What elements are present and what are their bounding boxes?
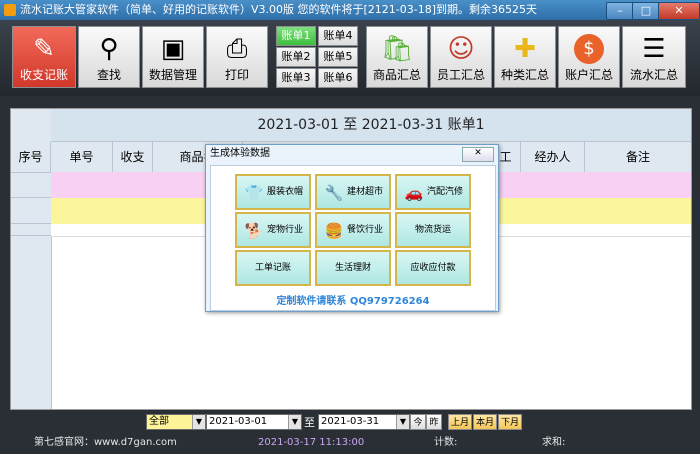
income-expense-button[interactable]: ✎ 收支记账 [12, 26, 76, 88]
status-datetime: 2021-03-17 11:13:00 [258, 437, 365, 448]
industry-clothing-button[interactable]: 👕 服装衣帽 [235, 174, 311, 210]
search-button[interactable]: ⚲ 查找 [78, 26, 140, 88]
close-icon[interactable]: ✕ [658, 2, 700, 20]
minimize-icon[interactable]: – [606, 2, 634, 20]
shopify-bag-icon: 🛍 [380, 34, 414, 64]
industry-building-button[interactable]: 🔧 建材超市 [315, 174, 391, 210]
this-month-button[interactable]: 本月 [473, 414, 497, 430]
row-header[interactable] [11, 198, 51, 224]
goods-summary-button[interactable]: 🛍 商品汇总 [366, 26, 428, 88]
account-tab-5[interactable]: 账单5 [318, 47, 358, 67]
count-label: 计数: [434, 437, 458, 448]
tshirt-icon: 👕 [244, 184, 264, 202]
demo-data-dialog: 生成体验数据 ✕ 👕 服装衣帽 🔧 建材超市 🚗 汽配汽修 🐕 宠物行业 🍔 餐… [205, 144, 499, 312]
start-date-picker[interactable]: 2021-03-01 ▼ [206, 414, 302, 430]
contact-footer: 定制软件请联系 QQ979726264 [276, 296, 430, 307]
sum-label: 求和: [542, 437, 566, 448]
col-index[interactable]: 序号 [11, 142, 51, 172]
filter-bar: 全部 ▼ 2021-03-01 ▼ 至 2021-03-31 ▼ 今 昨 上月 … [0, 412, 700, 432]
row-header[interactable] [11, 172, 51, 198]
industry-pet-button[interactable]: 🐕 宠物行业 [235, 212, 311, 248]
industry-receivable-button[interactable]: 应收应付款 [395, 250, 471, 286]
screwdriver-icon: 🔧 [324, 184, 344, 202]
usb-drive-icon: ▣ [160, 34, 186, 64]
data-manage-button[interactable]: ▣ 数据管理 [142, 26, 204, 88]
account-tab-4[interactable]: 账单4 [318, 26, 358, 46]
account-tab-6[interactable]: 账单6 [318, 68, 358, 88]
dollar-coin-icon: $ [571, 31, 607, 67]
maximize-icon[interactable]: □ [632, 2, 660, 20]
industry-grid: 👕 服装衣帽 🔧 建材超市 🚗 汽配汽修 🐕 宠物行业 🍔 餐饮行业 物流货运 … [210, 165, 496, 311]
industry-workorder-button[interactable]: 工单记账 [235, 250, 311, 286]
col-remark[interactable]: 备注 [585, 142, 691, 172]
chevron-down-icon: ▼ [192, 415, 205, 429]
industry-auto-button[interactable]: 🚗 汽配汽修 [395, 174, 471, 210]
category-select[interactable]: 全部 ▼ [146, 414, 206, 430]
puzzle-icon: ✚ [514, 34, 536, 64]
status-bar: 第七感官网：www.d7gan.com 2021-03-17 11:13:00 … [0, 432, 700, 454]
flow-summary-button[interactable]: ☰ 流水汇总 [622, 26, 686, 88]
staff-summary-button[interactable]: ☺ 员工汇总 [430, 26, 492, 88]
window-title: 流水记账大管家软件（简单、好用的记账软件）V3.00版 您的软件将于[2121-… [20, 3, 538, 16]
dialog-title: 生成体验数据 [210, 148, 270, 159]
list-icon: ☰ [642, 34, 666, 64]
col-type[interactable]: 收支 [113, 142, 153, 172]
last-month-button[interactable]: 上月 [448, 414, 472, 430]
car-icon: 🚗 [404, 184, 424, 202]
account-tab-1[interactable]: 账单1 [276, 26, 316, 46]
bill-title: 2021-03-01 至 2021-03-31 账单1 [51, 109, 691, 142]
chevron-down-icon: ▼ [396, 415, 409, 429]
col-order-no[interactable]: 单号 [51, 142, 113, 172]
printer-icon: ⎙ [226, 33, 248, 64]
row-header[interactable] [11, 224, 51, 236]
account-tab-3[interactable]: 账单3 [276, 68, 316, 88]
industry-food-button[interactable]: 🍔 餐饮行业 [315, 212, 391, 248]
account-summary-button[interactable]: $ 账户汇总 [558, 26, 620, 88]
col-handler[interactable]: 经办人 [521, 142, 585, 172]
yesterday-button[interactable]: 昨 [426, 414, 442, 430]
industry-finance-button[interactable]: 生活理财 [315, 250, 391, 286]
toolbar: ✎ 收支记账 ⚲ 查找 ▣ 数据管理 ⎙ 打印 账单1 账单4 账单2 账单5 … [0, 20, 700, 96]
industry-logistics-button[interactable]: 物流货运 [395, 212, 471, 248]
binoculars-icon: ⚲ [99, 34, 119, 64]
end-date-picker[interactable]: 2021-03-31 ▼ [318, 414, 410, 430]
website-link[interactable]: 第七感官网：www.d7gan.com [34, 432, 177, 454]
category-summary-button[interactable]: ✚ 种类汇总 [494, 26, 556, 88]
next-month-button[interactable]: 下月 [498, 414, 522, 430]
account-tab-2[interactable]: 账单2 [276, 47, 316, 67]
employee-icon: ☺ [447, 34, 475, 64]
date-range-separator: 至 [304, 416, 315, 429]
print-button[interactable]: ⎙ 打印 [206, 26, 268, 88]
close-icon[interactable]: ✕ [462, 147, 494, 162]
pencil-icon: ✎ [33, 34, 55, 64]
chevron-down-icon: ▼ [288, 415, 301, 429]
title-bar: 流水记账大管家软件（简单、好用的记账软件）V3.00版 您的软件将于[2121-… [0, 0, 700, 20]
today-button[interactable]: 今 [410, 414, 426, 430]
dog-icon: 🐕 [244, 222, 264, 240]
app-icon [4, 4, 16, 16]
burger-icon: 🍔 [324, 222, 344, 240]
